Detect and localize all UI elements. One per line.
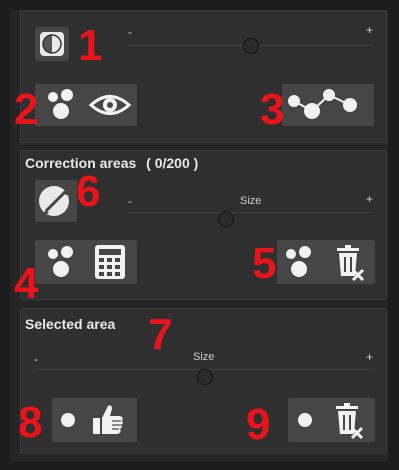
callout-7: 7: [148, 310, 173, 359]
callout-6: 6: [76, 167, 101, 216]
correction-slider-max: +: [366, 192, 374, 206]
correction-areas-count: ( 0/200 ): [146, 155, 199, 171]
contrast-icon: [40, 32, 64, 56]
top-slider-thumb[interactable]: [243, 38, 259, 54]
apply-selected-button[interactable]: [52, 398, 137, 442]
brush-button[interactable]: [35, 180, 77, 222]
point-icon: [298, 413, 312, 427]
connected-dots-icon: [288, 89, 357, 119]
selected-slider-min: -: [34, 352, 38, 366]
point-icon: [61, 413, 75, 427]
correction-areas-title: Correction areas ( 0/200 ): [25, 155, 198, 171]
callout-2: 2: [14, 85, 39, 134]
brush-icon: [39, 186, 71, 216]
callout-4: 4: [14, 259, 39, 308]
correction-slider-thumb[interactable]: [218, 211, 234, 227]
callout-9: 9: [246, 400, 271, 449]
delete-points-button[interactable]: [277, 240, 375, 284]
show-points-button[interactable]: [35, 84, 137, 126]
link-points-button[interactable]: [282, 84, 374, 126]
top-slider-max: +: [366, 23, 374, 37]
trash-icon: [337, 245, 365, 282]
correction-slider-min: -: [128, 194, 132, 208]
calculator-icon: [95, 245, 125, 279]
delete-selected-button[interactable]: [288, 398, 375, 442]
callout-3: 3: [260, 85, 285, 134]
correction-slider-track[interactable]: [128, 212, 373, 213]
thumbs-up-icon: [93, 405, 123, 434]
dots-icon: [286, 246, 311, 277]
top-slider-min: -: [128, 25, 132, 39]
contrast-button[interactable]: [35, 27, 69, 61]
selected-slider-label: Size: [193, 351, 215, 363]
trash-icon: [336, 403, 364, 440]
selected-slider-thumb[interactable]: [197, 369, 213, 385]
selected-area-title: Selected area: [25, 316, 116, 332]
selected-slider-max: +: [366, 350, 374, 364]
callout-5: 5: [252, 239, 277, 288]
eye-icon: [88, 95, 132, 115]
calculate-points-button[interactable]: [35, 240, 137, 284]
correction-slider-label: Size: [240, 195, 262, 207]
dots-icon: [48, 246, 73, 277]
callout-1: 1: [78, 21, 103, 70]
callout-8: 8: [18, 398, 43, 447]
dots-icon: [48, 89, 73, 119]
